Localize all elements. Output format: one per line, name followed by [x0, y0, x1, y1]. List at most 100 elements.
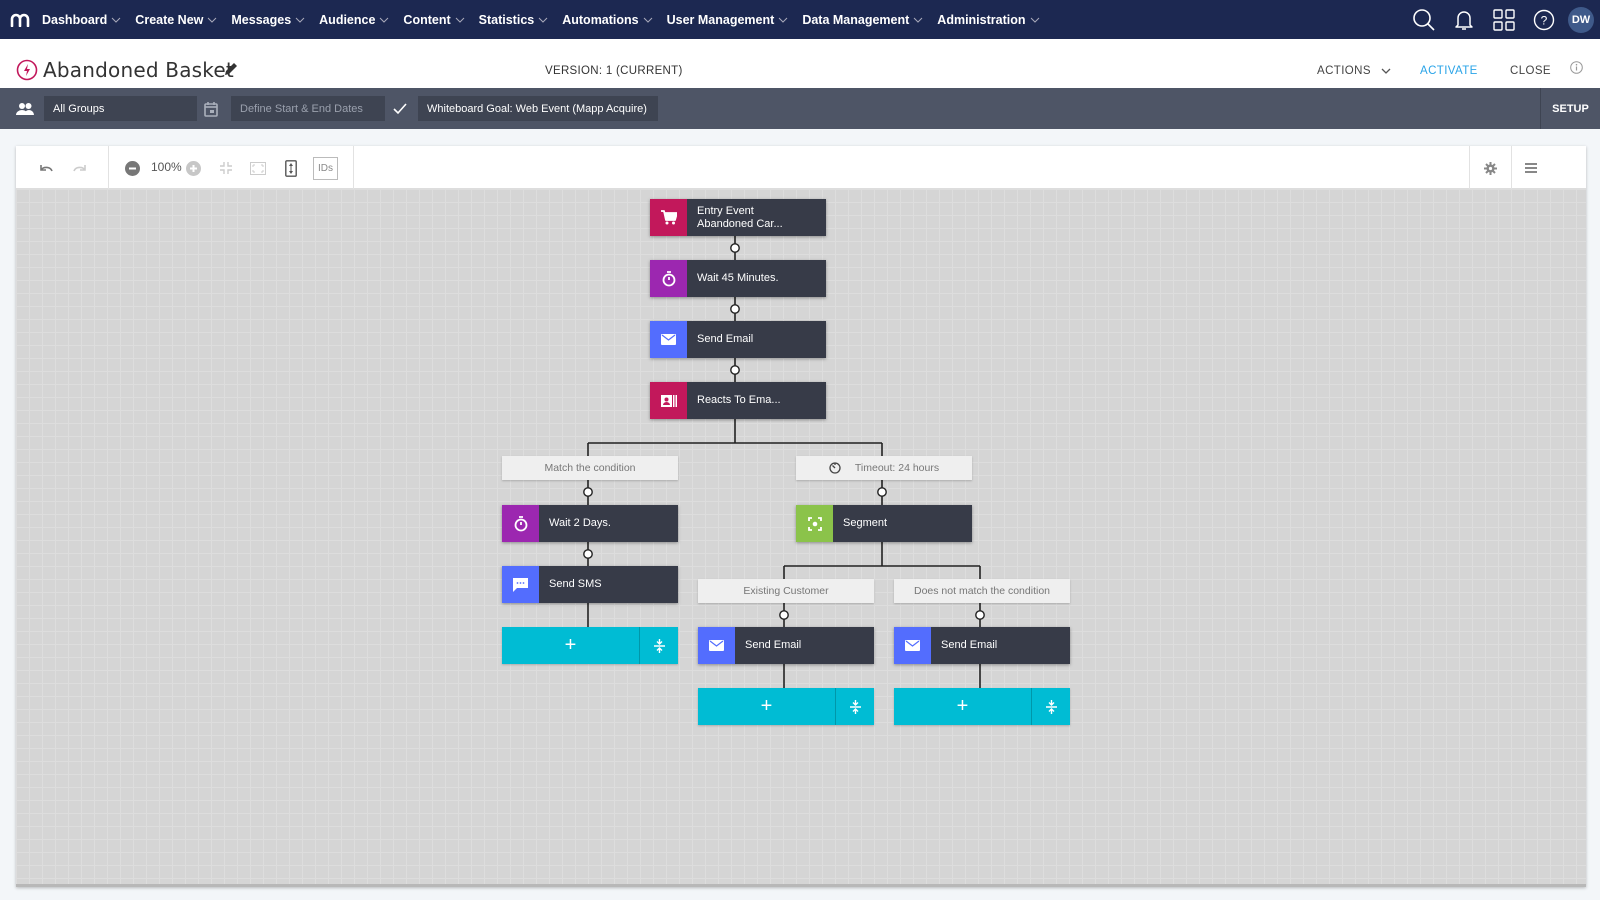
node-send-email[interactable]: Send Email [894, 627, 1070, 664]
actions-label: ACTIONS [1317, 65, 1371, 77]
node-title: Send SMS [549, 578, 602, 590]
branch-existing-customer[interactable]: Existing Customer [698, 579, 874, 603]
list-view-button[interactable] [1519, 156, 1543, 180]
node-reacts-to-email[interactable]: Reacts To Ema... [650, 382, 826, 419]
node-send-email[interactable]: Send Email [650, 321, 826, 358]
avatar-initials: DW [1571, 13, 1591, 26]
node-subtitle: Abandoned Car... [697, 217, 783, 230]
setup-button[interactable]: SETUP [1540, 88, 1600, 129]
connector-dot [730, 304, 740, 314]
gear-icon [1483, 161, 1497, 175]
nav-dashboard[interactable]: Dashboard [42, 13, 121, 27]
mapp-logo[interactable] [0, 0, 42, 39]
version-label: VERSION: 1 (CURRENT) [545, 65, 683, 77]
vertical-arrows-icon [285, 159, 297, 177]
node-wait-2-days[interactable]: Wait 2 Days. [502, 505, 678, 542]
timeout-icon [829, 462, 841, 474]
node-segment[interactable]: Segment [796, 505, 972, 542]
nav-label: Audience [319, 12, 376, 27]
nav-statistics[interactable]: Statistics [479, 13, 549, 27]
info-icon[interactable] [1570, 61, 1583, 74]
connector-dot [730, 365, 740, 375]
users-icon [16, 103, 34, 115]
vertical-layout-button[interactable] [279, 156, 303, 180]
group-selector[interactable]: All Groups [44, 96, 197, 121]
collapse-button[interactable] [836, 688, 874, 725]
node-title: Send Email [697, 333, 754, 345]
activate-button[interactable]: ACTIVATE [1420, 65, 1478, 77]
zoom-in-button[interactable] [181, 156, 205, 180]
contact-card-icon [650, 382, 687, 419]
collapse-button[interactable] [640, 627, 678, 664]
nav-user-management[interactable]: User Management [667, 13, 789, 27]
branch-match-condition[interactable]: Match the condition [502, 456, 678, 480]
node-wait-45-minutes[interactable]: Wait 45 Minutes. [650, 260, 826, 297]
avatar[interactable]: DW [1568, 6, 1594, 33]
chevron-down-icon [380, 17, 389, 23]
checkmark-icon [393, 103, 407, 115]
workflow-canvas[interactable]: Entry Event Abandoned Car... Wait 45 Minu… [16, 189, 1586, 887]
plus-circle-icon [185, 160, 201, 176]
expand-frame-icon [250, 161, 266, 175]
help-icon[interactable]: ? [1524, 0, 1564, 39]
zoom-out-button[interactable] [120, 156, 144, 180]
node-send-sms[interactable]: Send SMS [502, 566, 678, 603]
nav-create-new[interactable]: Create New [135, 13, 217, 27]
branch-timeout[interactable]: Timeout: 24 hours [796, 456, 972, 480]
collapse-vertical-icon [653, 638, 665, 653]
workflow-settings-bar: All Groups Define Start & End Dates Whit… [0, 88, 1600, 129]
collapse-arrows-icon [220, 162, 232, 174]
collapse-button[interactable] [1032, 688, 1070, 725]
nav-messages[interactable]: Messages [231, 13, 305, 27]
nav-administration[interactable]: Administration [937, 13, 1039, 27]
apps-grid-icon[interactable] [1484, 0, 1524, 39]
calendar-icon[interactable] [202, 100, 220, 118]
nav-automations[interactable]: Automations [562, 13, 652, 27]
toolbar-divider [1469, 146, 1470, 189]
goal-selector[interactable]: Whiteboard Goal: Web Event (Mapp Acquire… [418, 96, 658, 121]
node-title: Send Email [745, 639, 802, 651]
nav-label: Create New [135, 12, 204, 27]
canvas-bottom-edge [16, 884, 1586, 887]
add-step-button[interactable]: + [698, 688, 836, 725]
chevron-down-icon [1030, 17, 1039, 23]
collapse-vertical-icon [849, 699, 861, 714]
search-icon[interactable] [1404, 0, 1444, 39]
group-value: All Groups [53, 102, 105, 115]
branch-does-not-match[interactable]: Does not match the condition [894, 579, 1070, 603]
collapse-vertical-icon [1045, 699, 1057, 714]
connector-dot [975, 610, 985, 620]
nav-label: Data Management [802, 12, 910, 27]
branch-label: Does not match the condition [914, 585, 1050, 597]
envelope-icon [650, 321, 687, 358]
nav-audience[interactable]: Audience [319, 13, 389, 27]
node-send-email[interactable]: Send Email [698, 627, 874, 664]
fit-to-screen-button[interactable] [214, 156, 238, 180]
segment-focus-icon [796, 505, 833, 542]
timer-icon [650, 260, 687, 297]
page-title: Abandoned Basket [43, 58, 234, 82]
nav-content[interactable]: Content [403, 13, 464, 27]
nav-label: Dashboard [42, 12, 108, 27]
chevron-down-icon [455, 17, 464, 23]
minus-circle-icon [124, 160, 140, 176]
node-title: Wait 45 Minutes. [697, 272, 779, 284]
undo-button[interactable] [34, 156, 58, 180]
add-step-button[interactable]: + [502, 627, 640, 664]
goal-value: Whiteboard Goal: Web Event (Mapp Acquire… [427, 102, 647, 115]
node-title: Entry Event [697, 204, 754, 217]
fullscreen-button[interactable] [246, 156, 270, 180]
settings-button[interactable] [1478, 156, 1502, 180]
nav-data-management[interactable]: Data Management [802, 13, 923, 27]
pencil-icon[interactable] [223, 61, 239, 77]
close-button[interactable]: CLOSE [1510, 65, 1551, 77]
show-ids-toggle[interactable]: IDs [313, 157, 338, 180]
add-step-button[interactable]: + [894, 688, 1032, 725]
redo-button[interactable] [68, 156, 92, 180]
envelope-icon [698, 627, 735, 664]
node-entry-event[interactable]: Entry Event Abandoned Car... [650, 199, 826, 236]
date-range-field[interactable]: Define Start & End Dates [231, 96, 385, 121]
branch-label: Match the condition [544, 462, 636, 474]
bell-icon[interactable] [1444, 0, 1484, 39]
actions-menu-button[interactable]: ACTIONS [1317, 65, 1391, 77]
